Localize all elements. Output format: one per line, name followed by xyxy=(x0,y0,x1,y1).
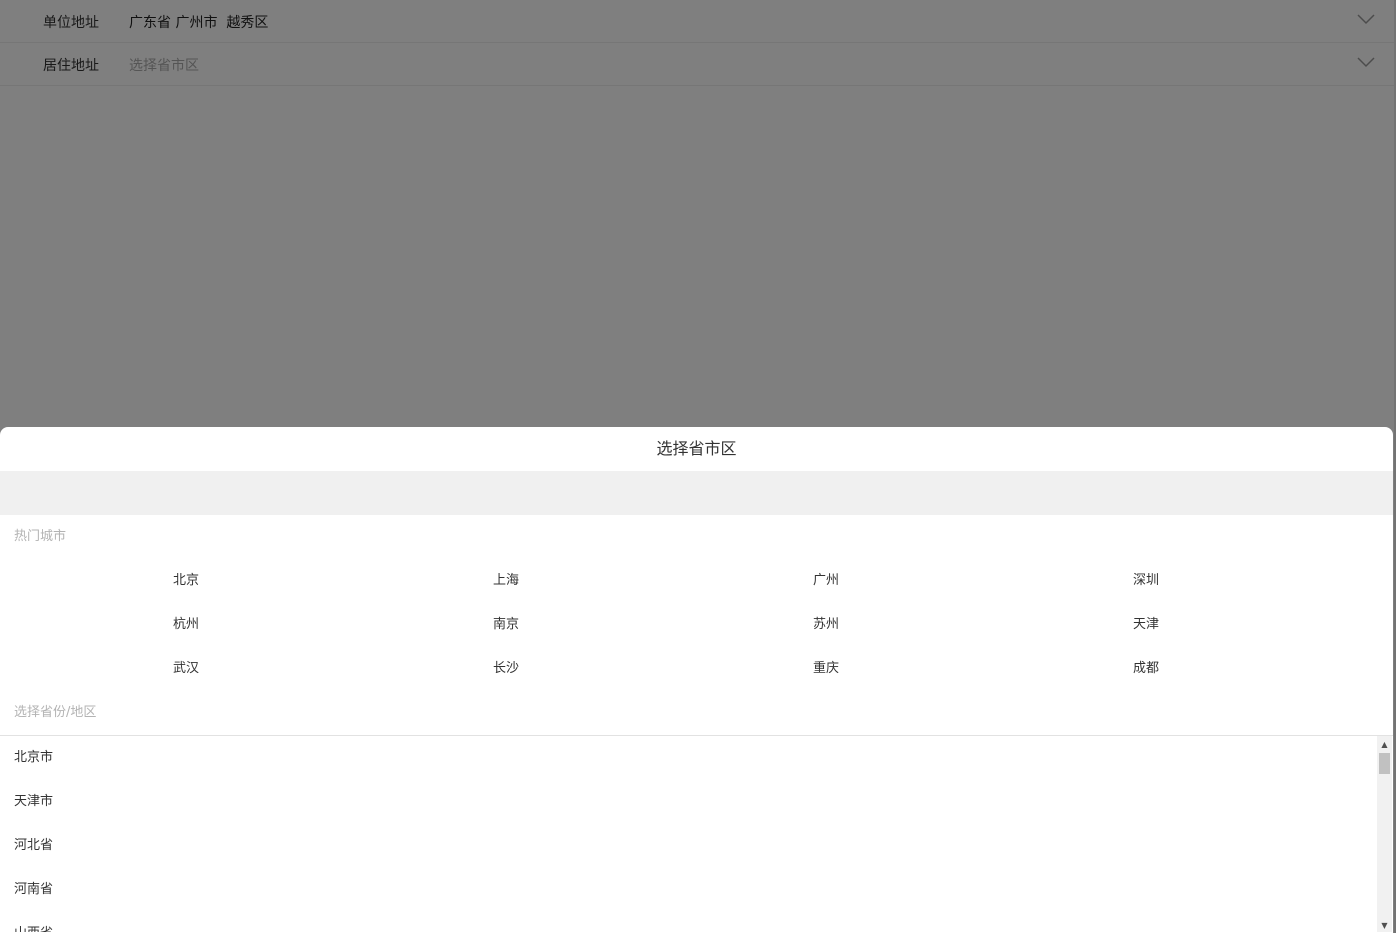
hot-city-item[interactable]: 苏州 xyxy=(813,603,1133,647)
province-item[interactable]: 河南省 xyxy=(0,868,1393,912)
hot-city-item[interactable]: 南京 xyxy=(493,603,813,647)
hot-cities-title: 热门城市 xyxy=(14,529,67,544)
province-title-wrap: 选择省份/地区 xyxy=(0,691,1393,736)
picker-search-bar[interactable] xyxy=(0,471,1393,515)
province-list[interactable]: 北京市 天津市 河北省 河南省 山西省 ▲ ▼ xyxy=(0,736,1393,932)
region-picker-sheet: 选择省市区 热门城市 北京 上海 广州 深圳 杭州 南京 苏州 天津 武汉 长沙… xyxy=(0,427,1393,933)
scrollbar-thumb[interactable] xyxy=(1379,753,1390,774)
hot-city-item[interactable]: 武汉 xyxy=(173,647,493,691)
province-scrollbar[interactable]: ▲ ▼ xyxy=(1377,736,1392,932)
province-item[interactable]: 天津市 xyxy=(0,780,1393,824)
scroll-up-arrow-icon[interactable]: ▲ xyxy=(1377,737,1392,752)
hot-city-item[interactable]: 广州 xyxy=(813,559,1133,603)
province-item[interactable]: 河北省 xyxy=(0,824,1393,868)
hot-city-item[interactable]: 北京 xyxy=(173,559,493,603)
hot-city-item[interactable]: 深圳 xyxy=(1133,559,1393,603)
hot-city-item[interactable]: 上海 xyxy=(493,559,813,603)
hot-city-item[interactable]: 长沙 xyxy=(493,647,813,691)
hot-cities-grid: 北京 上海 广州 深圳 杭州 南京 苏州 天津 武汉 长沙 重庆 成都 xyxy=(0,559,1393,691)
picker-title: 选择省市区 xyxy=(656,439,737,458)
scroll-down-arrow-icon[interactable]: ▼ xyxy=(1377,918,1392,932)
province-title: 选择省份/地区 xyxy=(14,705,97,720)
address-page: 单位地址 广东省 广州市 越秀区 居住地址 选择省市区 选择省市区 热门城市 北… xyxy=(0,0,1396,933)
hot-city-item[interactable]: 杭州 xyxy=(173,603,493,647)
province-item[interactable]: 山西省 xyxy=(0,912,1393,932)
hot-city-item[interactable]: 重庆 xyxy=(813,647,1133,691)
hot-city-item[interactable]: 天津 xyxy=(1133,603,1393,647)
province-item[interactable]: 北京市 xyxy=(0,736,1393,780)
hot-city-item[interactable]: 成都 xyxy=(1133,647,1393,691)
